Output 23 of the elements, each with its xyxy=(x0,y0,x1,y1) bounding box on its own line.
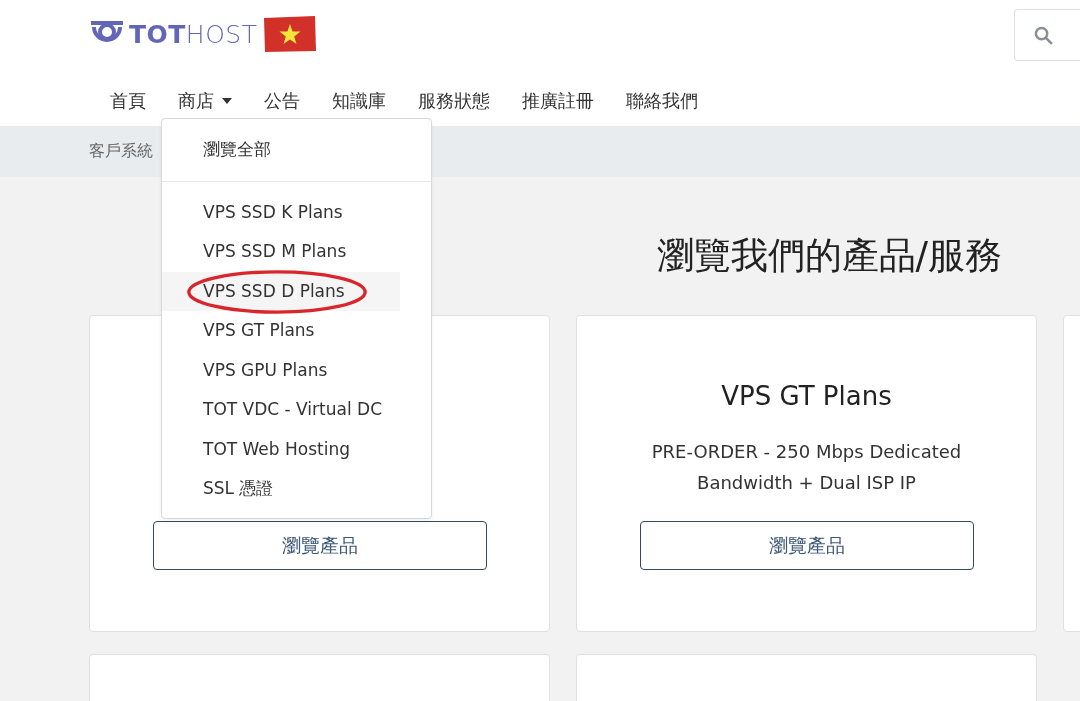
menu-item[interactable]: VPS GT Plans xyxy=(162,311,431,351)
nav-link[interactable]: 推廣註冊 xyxy=(505,78,609,114)
menu-item[interactable]: VPS SSD K Plans xyxy=(162,192,431,232)
nav-link[interactable]: 首頁 xyxy=(92,78,161,114)
menu-item[interactable]: TOT VDC - Virtual DC xyxy=(162,390,431,430)
logo-text: TOTHOST xyxy=(129,19,258,49)
menu-item[interactable]: 瀏覽全部 xyxy=(162,130,431,170)
nav-link[interactable]: 服務狀態 xyxy=(401,78,505,114)
menu-item[interactable]: TOT Web Hosting xyxy=(162,429,431,469)
browse-button[interactable]: 瀏覽產品 xyxy=(639,521,974,570)
nav-link[interactable]: 公告 xyxy=(247,78,315,114)
nav-link[interactable]: 聯絡我們 xyxy=(609,78,713,114)
menu-item[interactable]: VPS GPU Plans xyxy=(162,350,431,390)
menu-item[interactable]: SSL 憑證 xyxy=(162,469,431,509)
nav-link[interactable]: 商店 xyxy=(161,78,247,114)
menu-item[interactable]: VPS SSD M Plans xyxy=(162,232,431,272)
card-title: VPS GT Plans xyxy=(721,380,892,413)
menu-item[interactable]: VPS SSD D Plans xyxy=(162,271,400,311)
nav-link[interactable]: 知識庫 xyxy=(315,78,401,114)
breadcrumb-link[interactable]: 客戶系統 xyxy=(89,141,153,162)
browse-button[interactable]: 瀏覽產品 xyxy=(152,521,487,570)
page-title: 瀏覽我們的產品/服務 xyxy=(656,233,1002,279)
card-description: PRE-ORDER - 250 Mbps Dedicated Bandwidth + Dual ISP IP xyxy=(650,440,963,495)
